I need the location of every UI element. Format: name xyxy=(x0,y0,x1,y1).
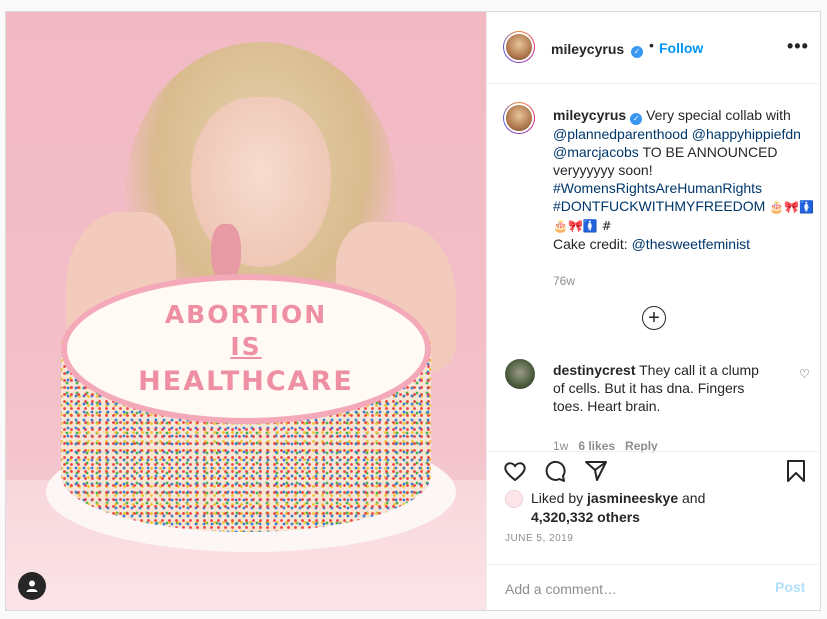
cake-line-3: HEALTHCARE xyxy=(138,366,354,398)
commenter-username[interactable]: destinycrest xyxy=(553,362,635,378)
comment-icon[interactable] xyxy=(542,458,568,484)
plus-icon: + xyxy=(648,307,660,329)
likes-others[interactable]: 4,320,332 others xyxy=(531,509,640,525)
verified-icon: ✓ xyxy=(630,113,643,125)
separator-dot: • xyxy=(649,37,654,53)
mention-marcjacobs[interactable]: @marcjacobs xyxy=(553,144,639,160)
liker-username[interactable]: jasmineeskye xyxy=(587,490,678,506)
load-more-comments-button[interactable]: + xyxy=(642,306,666,330)
post-panel: mileycyrus ✓ • Follow ••• mileycyrus ✓ Ve… xyxy=(486,12,821,610)
author-avatar[interactable] xyxy=(503,31,535,63)
share-icon[interactable] xyxy=(583,458,609,484)
mention-plannedparenthood[interactable]: @plannedparenthood xyxy=(553,126,688,142)
emoji-group-2: 🎂🎀🚺 # xyxy=(553,219,612,233)
caption-text: mileycyrus ✓ Very special collab with @pl… xyxy=(553,106,815,253)
add-comment-bar: Post xyxy=(487,564,821,610)
comment-like-icon[interactable]: ♡ xyxy=(799,367,810,381)
cake-line-2: IS xyxy=(230,332,262,362)
caption-text-1: Very special collab with xyxy=(646,107,791,123)
user-icon xyxy=(26,580,38,592)
follow-button[interactable]: Follow xyxy=(659,40,703,56)
caption-avatar[interactable] xyxy=(503,102,535,134)
hashtag-dontfuck[interactable]: #DONTFUCKWITHMYFREEDOM xyxy=(553,198,765,214)
author-username[interactable]: mileycyrus xyxy=(551,41,624,57)
caption-time[interactable]: 76w xyxy=(553,274,575,288)
comment-input[interactable] xyxy=(503,577,747,601)
mention-thesweetfeminist[interactable]: @thesweetfeminist xyxy=(632,236,750,252)
action-bar xyxy=(487,451,821,491)
cake-line-1: ABORTION xyxy=(164,299,328,329)
emoji-group-1: 🎂🎀🚺 xyxy=(769,200,815,214)
post-image[interactable]: ABORTION IS HEALTHCARE xyxy=(6,12,486,610)
likes-and: and xyxy=(682,490,706,506)
more-options-icon[interactable]: ••• xyxy=(787,36,809,57)
caption-username[interactable]: mileycyrus xyxy=(553,107,626,123)
liker-avatar[interactable] xyxy=(505,490,523,508)
hashtag-womensrights[interactable]: #WomensRightsAreHumanRights xyxy=(553,180,762,196)
cake-credit-label: Cake credit: xyxy=(553,236,628,252)
verified-icon: ✓ xyxy=(631,45,643,58)
bookmark-icon[interactable] xyxy=(783,458,809,484)
heart-icon[interactable] xyxy=(502,458,528,484)
likes-text: Liked by jasmineeskye and 4,320,332 othe… xyxy=(531,489,811,527)
liked-by-label: Liked by xyxy=(531,490,584,506)
post-comment-button[interactable]: Post xyxy=(775,579,805,595)
comment-text: destinycrest They call it a clump of cel… xyxy=(553,361,773,415)
commenter-avatar[interactable] xyxy=(505,359,535,389)
mention-happyhippiefdn[interactable]: @happyhippiefdn xyxy=(692,126,801,142)
post-card: ABORTION IS HEALTHCARE mileycyrus ✓ • Fo… xyxy=(5,11,821,611)
tagged-users-button[interactable] xyxy=(18,572,46,600)
post-header: mileycyrus ✓ • Follow ••• xyxy=(487,12,821,84)
cake-message: ABORTION IS HEALTHCARE xyxy=(61,274,431,424)
post-date[interactable]: JUNE 5, 2019 xyxy=(505,533,573,544)
